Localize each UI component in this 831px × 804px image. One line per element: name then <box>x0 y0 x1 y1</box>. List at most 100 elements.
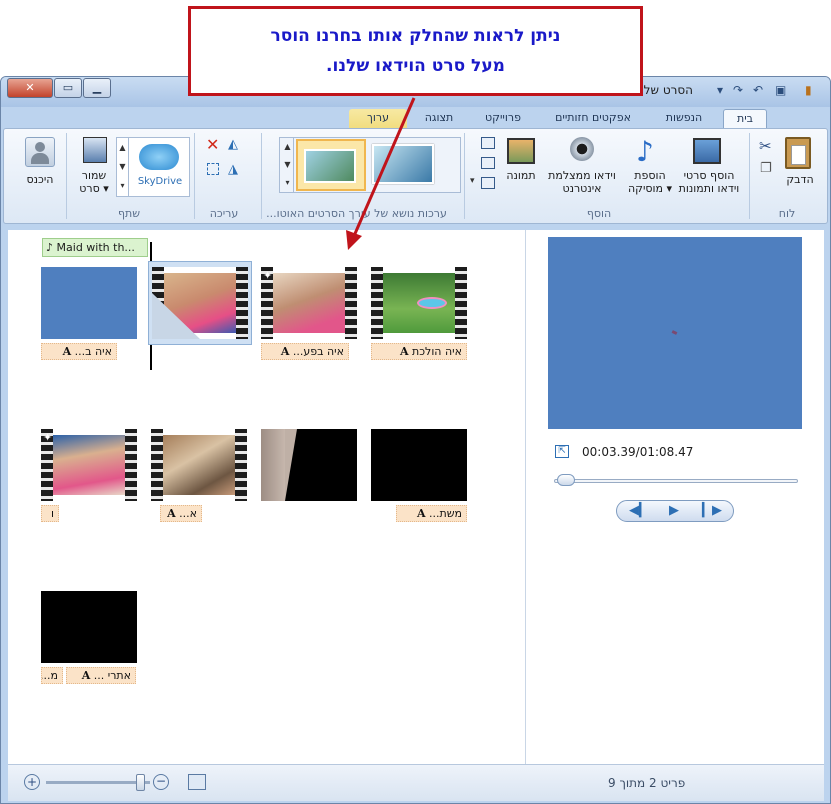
storyboard-clip[interactable] <box>371 267 467 339</box>
credits-dropdown-icon[interactable]: ▾ <box>470 176 475 186</box>
storyboard-clip[interactable] <box>41 267 137 339</box>
storyboard-clip[interactable] <box>151 429 247 501</box>
save-movie-button[interactable]: שמור סרט ▾ <box>72 169 116 195</box>
zoom-slider[interactable] <box>46 781 150 784</box>
caption-text: איה ב... <box>74 345 112 358</box>
preview-monitor[interactable] <box>548 237 802 429</box>
paste-button[interactable]: הדבק <box>780 173 820 186</box>
storyboard-clip[interactable] <box>371 429 467 501</box>
caption-text: מ... <box>41 669 58 682</box>
remove-icon[interactable]: ✕ <box>206 135 219 154</box>
tab-visual-effects[interactable]: אפקטים חזותיים <box>541 109 645 128</box>
effect-icon: ✦ <box>43 431 53 444</box>
preview-pane: ⇱ 00:03.39/01:08.47 ◀▎ ▶ ▎▶ <box>525 230 824 764</box>
storyboard-clip[interactable] <box>152 267 248 339</box>
effect-icon: ✦ <box>263 269 273 282</box>
tab-animations[interactable]: הנפשות <box>651 109 717 128</box>
caption-label[interactable]: איה בפע... A <box>261 343 349 360</box>
caption-label[interactable]: ו <box>41 505 59 522</box>
undo-icon[interactable]: ↶ <box>753 83 763 97</box>
qat-dropdown-icon[interactable]: ▾ <box>717 83 723 97</box>
share-gallery[interactable]: ▲ ▼ ▾ SkyDrive <box>116 137 190 197</box>
copy-icon[interactable]: ❐ <box>760 161 772 176</box>
select-all-icon[interactable] <box>207 163 219 175</box>
storyboard-clip[interactable] <box>261 429 357 501</box>
caption-label[interactable]: איה ב... A <box>41 343 117 360</box>
zoom-in-icon[interactable]: + <box>24 774 40 790</box>
skydrive-button[interactable]: SkyDrive <box>131 176 189 187</box>
cut-icon[interactable]: ✂ <box>759 137 772 155</box>
seek-thumb[interactable] <box>557 474 576 486</box>
music-track-label[interactable]: ♪ Maid with th... <box>42 238 148 257</box>
title-icon[interactable] <box>481 137 495 149</box>
caption-icon[interactable] <box>481 157 495 169</box>
previous-frame-icon[interactable]: ◀▎ <box>629 503 649 518</box>
annotation-callout: ניתן לראות שהחלק אותו בחרנו הוסר מעל סרט… <box>188 6 643 96</box>
sign-in-button[interactable]: היכנס <box>18 173 62 186</box>
save-movie-label-2: סרט <box>79 182 100 195</box>
music-note-icon: ♪ <box>636 135 654 168</box>
minimize-icon: ▁ <box>92 81 102 94</box>
storyboard-clip[interactable] <box>41 591 137 663</box>
save-icon[interactable]: ▣ <box>775 83 786 97</box>
credits-icon[interactable] <box>481 177 495 189</box>
next-frame-icon[interactable]: ▎▶ <box>702 503 722 518</box>
tab-home[interactable]: בית <box>723 109 767 128</box>
callout-line-2: מעל סרט הוידאו שלנו. <box>326 56 505 76</box>
user-icon <box>25 137 55 167</box>
caption-label[interactable]: מ... <box>41 667 63 684</box>
webcam-video-button[interactable]: וידאו ממצלמת אינטרנט <box>542 169 622 195</box>
group-label-add: הוסף <box>586 207 612 220</box>
snapshot-button[interactable]: תמונה <box>502 169 540 182</box>
caption-text: אתרי ... <box>93 669 131 682</box>
caption-label[interactable]: א... A <box>160 505 202 522</box>
close-window-button[interactable]: ✕ <box>7 78 53 98</box>
webcam-icon <box>570 137 594 161</box>
add-videos-photos-label-2: וידאו ותמונות <box>678 182 740 195</box>
music-track-name: Maid with th... <box>56 241 135 254</box>
ribbon-separator <box>66 133 67 219</box>
share-gallery-scroll[interactable]: ▲ ▼ ▾ <box>117 138 129 196</box>
caption-label[interactable]: אתרי ... A <box>66 667 136 684</box>
tab-view[interactable]: תצוגה <box>413 109 465 128</box>
play-icon[interactable]: ▶ <box>669 503 679 518</box>
caption-text: ו <box>51 507 54 520</box>
group-label-editing: עריכה <box>209 207 239 220</box>
group-label-share: שתף <box>117 207 141 220</box>
gallery-scroll[interactable]: ▲ ▼ ▾ <box>282 138 294 192</box>
close-icon: ✕ <box>25 81 35 94</box>
storyboard-clip[interactable]: ✦ <box>41 429 137 501</box>
ribbon-separator <box>194 133 195 219</box>
callout-arrow <box>346 97 416 250</box>
maximize-window-button[interactable]: ▭ <box>54 78 82 98</box>
zoom-out-icon[interactable]: − <box>153 774 169 790</box>
fullscreen-icon[interactable]: ⇱ <box>555 445 569 458</box>
zoom-slider-thumb[interactable] <box>135 774 145 791</box>
tab-project[interactable]: פרוייקט <box>471 109 535 128</box>
caption-label[interactable]: משת... A <box>396 505 467 522</box>
time-readout: 00:03.39/01:08.47 <box>582 445 694 459</box>
save-movie-label-1: שמור <box>81 169 107 182</box>
webcam-label-1: וידאו ממצלמת <box>548 169 616 182</box>
rotate-right-icon[interactable]: ◮ <box>228 162 238 177</box>
storyboard-clip[interactable]: ✦ <box>261 267 357 339</box>
window-title: הסרט שלי <box>641 83 694 97</box>
caption-text: איה הולכת <box>412 345 462 358</box>
skydrive-icon <box>139 144 179 170</box>
group-label-clipboard: לוח <box>778 207 796 220</box>
add-music-label-2: מוסיקה <box>627 182 664 195</box>
transition-icon <box>152 293 200 339</box>
thumbnail-size-icon[interactable] <box>188 774 206 790</box>
playback-controls: ◀▎ ▶ ▎▶ <box>616 500 734 522</box>
ribbon-separator <box>749 133 750 219</box>
caption-label[interactable]: איה הולכת A <box>371 343 467 360</box>
add-music-button[interactable]: הוספת מוסיקה ▾ <box>624 169 676 195</box>
rotate-left-icon[interactable]: ◭ <box>228 137 238 152</box>
redo-icon[interactable]: ↷ <box>733 83 743 97</box>
add-videos-photos-button[interactable]: הוסף סרטי וידאו ותמונות <box>674 169 744 195</box>
callout-line-1: ניתן לראות שהחלק אותו בחרנו הוסר <box>270 26 561 46</box>
seek-bar[interactable] <box>554 479 798 483</box>
paste-icon <box>785 137 811 169</box>
minimize-window-button[interactable]: ▁ <box>83 78 111 98</box>
status-bar: + − פריט 2 מתוך 9 <box>8 764 824 801</box>
